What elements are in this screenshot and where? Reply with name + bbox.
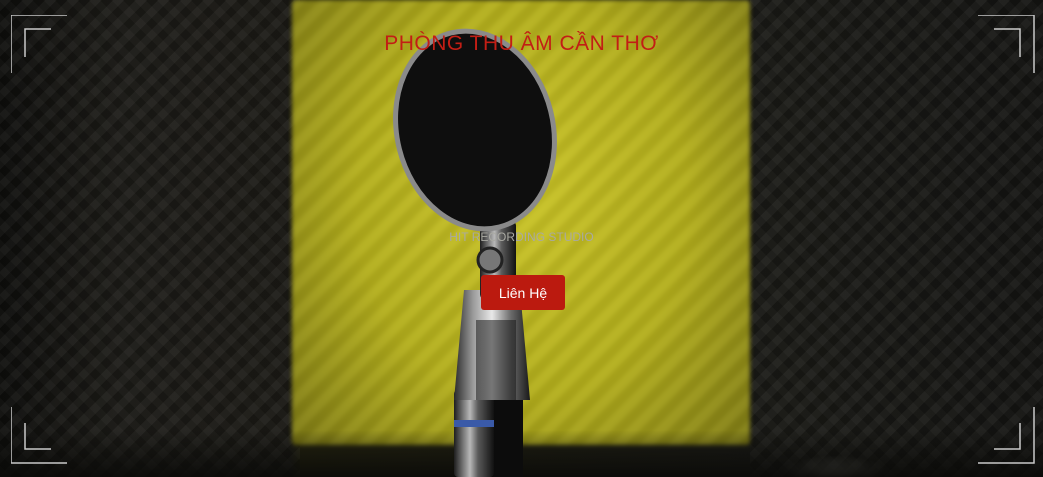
page-subtitle: HIT RECORDING STUDIO bbox=[449, 230, 594, 244]
page-title: PHÒNG THU ÂM CẦN THƠ bbox=[384, 32, 659, 55]
frame-corner-icon bbox=[11, 407, 67, 464]
hero-banner: PHÒNG THU ÂM CẦN THƠ HIT RECORDING STUDI… bbox=[0, 0, 1043, 477]
contact-button[interactable]: Liên Hệ bbox=[481, 275, 565, 310]
microphone-image bbox=[380, 20, 580, 477]
frame-corner-icon bbox=[978, 407, 1035, 464]
